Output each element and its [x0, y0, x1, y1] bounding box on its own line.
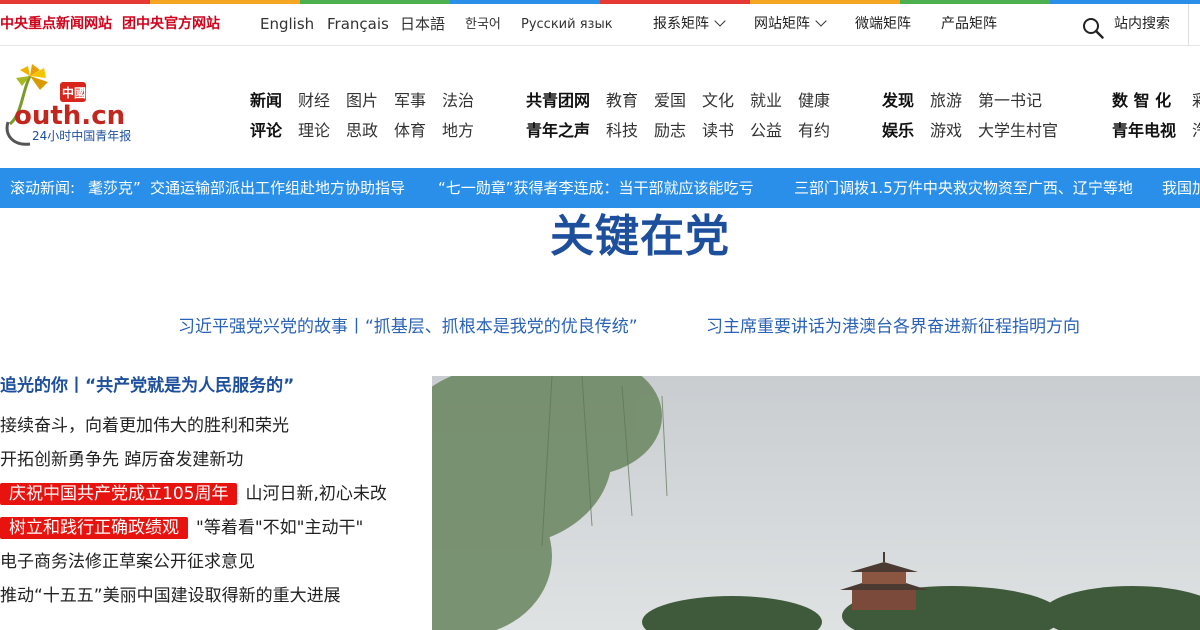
- nav-item-youth-league-net[interactable]: 共青团网: [526, 87, 590, 111]
- ticker-item[interactable]: 我国加: [1162, 168, 1200, 208]
- nav-item-charity[interactable]: 公益: [750, 117, 782, 141]
- nav-item-village-officials[interactable]: 大学生村官: [978, 117, 1058, 141]
- nav-item-commentary[interactable]: 评论: [250, 117, 282, 141]
- youth-cn-logo[interactable]: 中國青年网 outh.cn 24小时中国青年报: [0, 62, 150, 148]
- nav-item-education[interactable]: 教育: [606, 87, 638, 111]
- lead-news-link[interactable]: 追光的你丨“共产党就是为人民服务的”: [0, 371, 294, 396]
- logo-tagline: 24小时中国青年报: [32, 128, 131, 143]
- featured-photo[interactable]: [432, 376, 1200, 630]
- nav-item-finance[interactable]: 财经: [298, 87, 330, 111]
- ticker-item[interactable]: 耄莎克”: [88, 168, 141, 208]
- nav-item-ideology[interactable]: 思政: [346, 117, 378, 141]
- menu-product-matrix[interactable]: 产品矩阵: [941, 4, 997, 45]
- nav-item-patriotism[interactable]: 爱国: [654, 87, 686, 111]
- news-link[interactable]: 山河日新,初心未改: [245, 484, 386, 504]
- nav-item-discover[interactable]: 发现: [882, 87, 914, 111]
- nav-item-military[interactable]: 军事: [394, 87, 426, 111]
- topic-tag[interactable]: 树立和践行正确政绩观: [0, 517, 188, 539]
- news-link[interactable]: "等着看"不如"主动干": [196, 518, 363, 538]
- nav-item-local[interactable]: 地方: [442, 117, 474, 141]
- nav-item-reading[interactable]: 读书: [702, 117, 734, 141]
- news-link[interactable]: 推动“十五五”美丽中国建设取得新的重大进展: [0, 581, 341, 606]
- topic-tag[interactable]: 庆祝中国共产党成立105周年: [0, 483, 238, 505]
- lang-korean[interactable]: 한국어: [465, 4, 501, 45]
- lang-russian[interactable]: Русский язык: [521, 4, 613, 45]
- nav-item-inspiration[interactable]: 励志: [654, 117, 686, 141]
- subheadline-link[interactable]: 习近平强党兴党的故事丨“抓基层、抓根本是我党的优良传统”: [178, 312, 638, 337]
- news-link[interactable]: 电子商务法修正草案公开征求意见: [0, 547, 255, 572]
- nav-item-entertainment[interactable]: 娱乐: [882, 117, 914, 141]
- nav-item-auto[interactable]: 汽: [1192, 117, 1200, 141]
- top-bar: 中央重点新闻网站 团中央官方网站 English Français 日本語 한국…: [0, 4, 1200, 46]
- lang-french[interactable]: Français: [327, 4, 389, 45]
- ticker-item[interactable]: 三部门调拨1.5万件中央救灾物资至广西、辽宁等地: [794, 168, 1133, 208]
- link-central-news-site[interactable]: 中央重点新闻网站: [0, 4, 112, 45]
- logo-domain-text: outh.cn: [14, 101, 125, 131]
- tagged-news-row: 树立和践行正确政绩观 "等着看"不如"主动干": [0, 513, 363, 539]
- menu-label: 报系矩阵: [653, 16, 709, 32]
- nav-item-sports[interactable]: 体育: [394, 117, 426, 141]
- ticker-item[interactable]: “七一勋章”获得者李连成：当干部就应该能吃亏: [438, 168, 754, 208]
- news-link[interactable]: 开拓创新勇争先 踔厉奋发建新功: [0, 445, 243, 470]
- nav-item-technology[interactable]: 科技: [606, 117, 638, 141]
- nav-item-culture[interactable]: 文化: [702, 87, 734, 111]
- logo-brand-text: 中國青年网: [62, 85, 122, 100]
- chevron-down-icon: [815, 15, 827, 27]
- subheadline-link[interactable]: 习主席重要讲话为港澳台各界奋进新征程指明方向: [706, 312, 1080, 337]
- scrolling-news-ticker: 滚动新闻: 耄莎克” 交通运输部派出工作组赴地方协助指导 “七一勋章”获得者李连…: [0, 168, 1200, 208]
- nav-item-law[interactable]: 法治: [442, 87, 474, 111]
- menu-micro-matrix[interactable]: 微端矩阵: [855, 4, 911, 45]
- menu-label: 网站矩阵: [754, 16, 810, 32]
- nav-item-theory[interactable]: 理论: [298, 117, 330, 141]
- chevron-down-icon: [714, 15, 726, 27]
- ticker-item[interactable]: 交通运输部派出工作组赴地方协助指导: [150, 168, 405, 208]
- nav-item-youth-voice[interactable]: 青年之声: [526, 117, 590, 141]
- ticker-label: 滚动新闻:: [10, 179, 76, 197]
- tagged-news-row: 庆祝中国共产党成立105周年 山河日新,初心未改: [0, 479, 387, 505]
- lang-english[interactable]: English: [260, 4, 314, 45]
- menu-press-matrix[interactable]: 报系矩阵: [653, 4, 726, 45]
- menu-site-matrix[interactable]: 网站矩阵: [754, 4, 827, 45]
- nav-item-news[interactable]: 新闻: [250, 87, 282, 111]
- topbar-divider: [1188, 4, 1189, 45]
- site-search-link[interactable]: 站内搜索: [1114, 4, 1170, 45]
- nav-item-digital[interactable]: 数 智 化: [1112, 87, 1171, 111]
- nav-item-travel[interactable]: 旅游: [930, 87, 962, 111]
- nav-item-appointments[interactable]: 有约: [798, 117, 830, 141]
- news-link[interactable]: 接续奋斗，向着更加伟大的胜利和荣光: [0, 411, 289, 436]
- nav-item-health[interactable]: 健康: [798, 87, 830, 111]
- main-headline[interactable]: 关键在党: [0, 206, 1200, 268]
- nav-item-first-secretary[interactable]: 第一书记: [978, 87, 1042, 111]
- nav-item-lottery[interactable]: 彩: [1192, 87, 1200, 111]
- nav-item-photos[interactable]: 图片: [346, 87, 378, 111]
- lang-japanese[interactable]: 日本語: [400, 4, 445, 45]
- nav-item-youth-tv[interactable]: 青年电视: [1112, 117, 1176, 141]
- nav-item-employment[interactable]: 就业: [750, 87, 782, 111]
- nav-item-games[interactable]: 游戏: [930, 117, 962, 141]
- search-icon[interactable]: [1082, 17, 1104, 39]
- link-youth-league-site[interactable]: 团中央官方网站: [122, 4, 220, 45]
